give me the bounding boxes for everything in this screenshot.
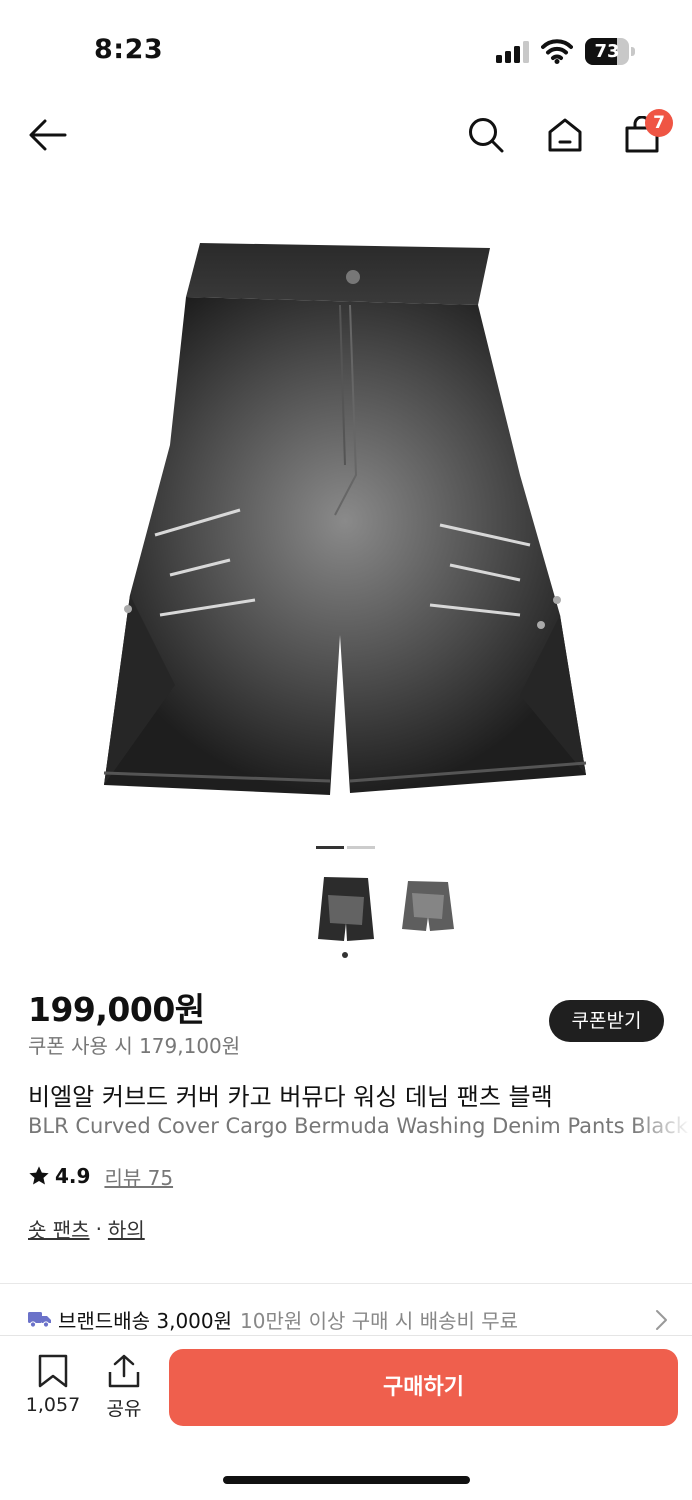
chevron-right-icon bbox=[656, 1310, 667, 1330]
get-coupon-button[interactable]: 쿠폰받기 bbox=[549, 1000, 664, 1042]
thumbnail-2[interactable] bbox=[398, 875, 458, 943]
status-bar: 8:23 73 bbox=[0, 0, 692, 100]
page-dot-active bbox=[316, 846, 344, 849]
page-dot[interactable] bbox=[347, 846, 375, 849]
thumbnail-selected-dot bbox=[342, 952, 348, 958]
product-image[interactable] bbox=[0, 215, 692, 815]
share-button[interactable]: 공유 bbox=[89, 1354, 159, 1426]
battery-percent: 73 bbox=[594, 41, 620, 62]
bookmark-icon bbox=[38, 1354, 68, 1388]
category-link-bottoms[interactable]: 하의 bbox=[108, 1214, 145, 1243]
status-time: 8:23 bbox=[94, 34, 164, 65]
bookmark-count: 1,057 bbox=[25, 1394, 81, 1416]
category-separator: · bbox=[95, 1216, 102, 1241]
home-icon bbox=[548, 118, 582, 152]
product-price: 199,000원 bbox=[28, 990, 205, 1029]
search-button[interactable] bbox=[456, 100, 516, 170]
share-icon bbox=[108, 1354, 140, 1388]
share-label: 공유 bbox=[106, 1398, 142, 1420]
category-breadcrumb: 숏 팬츠 · 하의 bbox=[28, 1214, 145, 1243]
shipping-note: 10만원 이상 구매 시 배송비 무료 bbox=[240, 1308, 519, 1333]
home-indicator bbox=[223, 1476, 470, 1484]
shipping-info-row[interactable]: 브랜드배송 3,000원 10만원 이상 구매 시 배송비 무료 bbox=[28, 1303, 668, 1335]
truck-icon bbox=[28, 1312, 51, 1328]
wifi-icon bbox=[541, 39, 573, 64]
category-link-shorts[interactable]: 숏 팬츠 bbox=[28, 1214, 90, 1243]
back-button[interactable] bbox=[18, 100, 78, 170]
buy-button[interactable]: 구매하기 bbox=[169, 1349, 678, 1426]
search-icon bbox=[469, 118, 504, 153]
cellular-signal-icon bbox=[496, 41, 529, 63]
home-button[interactable] bbox=[535, 100, 595, 170]
shipping-label: 브랜드배송 3,000원 bbox=[58, 1308, 233, 1333]
back-arrow-icon bbox=[29, 119, 67, 151]
section-divider bbox=[0, 1283, 692, 1284]
cart-button[interactable]: 7 bbox=[612, 100, 673, 170]
product-title-english: BLR Curved Cover Cargo Bermuda Washing D… bbox=[28, 1114, 692, 1138]
bookmark-button[interactable]: 1,057 bbox=[18, 1354, 88, 1426]
product-title: 비엘알 커브드 커버 카고 버뮤다 워싱 데님 팬츠 블랙 bbox=[28, 1083, 553, 1111]
coupon-price: 쿠폰 사용 시 179,100원 bbox=[28, 1034, 241, 1058]
top-nav-bar: 7 bbox=[0, 100, 692, 170]
review-link[interactable]: 리뷰 75 bbox=[104, 1162, 173, 1191]
gallery-page-indicator bbox=[316, 846, 376, 850]
battery-indicator: 73 bbox=[585, 38, 635, 65]
rating-row: 4.9 리뷰 75 bbox=[28, 1162, 173, 1190]
star-icon bbox=[29, 1166, 49, 1185]
rating-value: 4.9 bbox=[55, 1164, 91, 1188]
thumbnail-1[interactable] bbox=[316, 875, 376, 943]
cart-count-badge: 7 bbox=[645, 109, 673, 137]
thumbnail-strip bbox=[316, 875, 456, 945]
